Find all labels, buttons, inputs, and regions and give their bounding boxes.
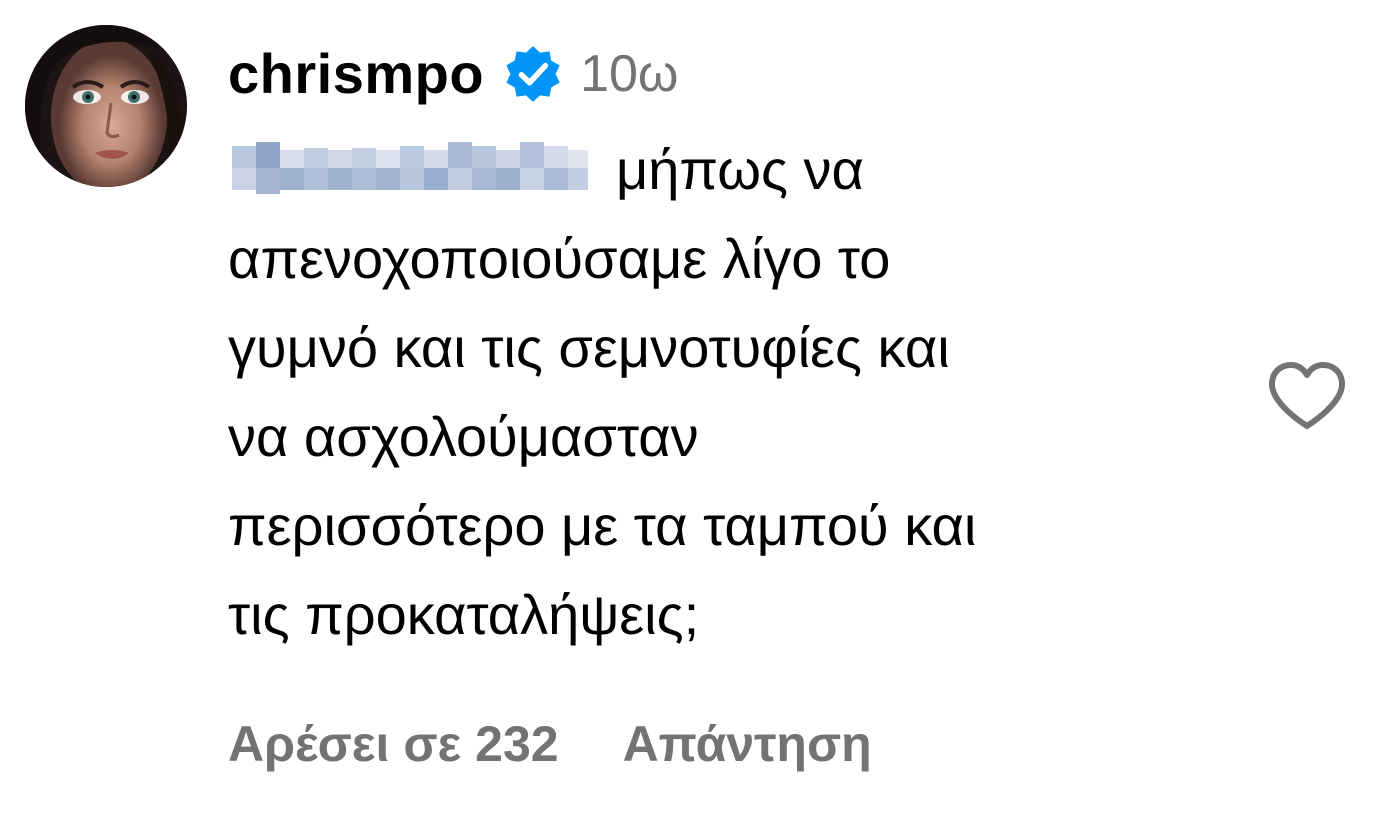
heart-outline-icon[interactable] <box>1266 360 1348 432</box>
comment-line: να ασχολούμασταν <box>228 405 699 468</box>
blurred-mention[interactable] <box>228 136 590 201</box>
comment-text-segment: μήπως να <box>616 138 864 201</box>
comment-line: γυμνό και τις σεμνοτυφίες και <box>228 316 950 379</box>
comment-text: μήπως να απενοχοποιούσαμε λίγο το γυμνό … <box>228 125 1228 659</box>
likes-count-button[interactable]: Αρέσει σε 232 <box>228 712 559 776</box>
comment-line: περισσότερο με τα ταμπού και <box>228 494 977 557</box>
comment-line: τις προκαταλήψεις; <box>228 583 700 646</box>
comment-line: απενοχοποιούσαμε λίγο το <box>228 227 891 290</box>
comment-actions: Αρέσει σε 232 Απάντηση <box>228 712 872 776</box>
comment: chrismpo 10ω μήπως να απενοχοποιούσαμε λ… <box>0 0 1390 818</box>
comment-line: μήπως να <box>228 125 1228 214</box>
username[interactable]: chrismpo <box>228 38 484 110</box>
timestamp: 10ω <box>580 45 679 103</box>
reply-button[interactable]: Απάντηση <box>623 712 872 776</box>
avatar-photo <box>25 25 187 187</box>
avatar[interactable] <box>25 25 187 187</box>
comment-header: chrismpo 10ω <box>228 38 679 110</box>
verified-badge-icon <box>502 43 564 105</box>
